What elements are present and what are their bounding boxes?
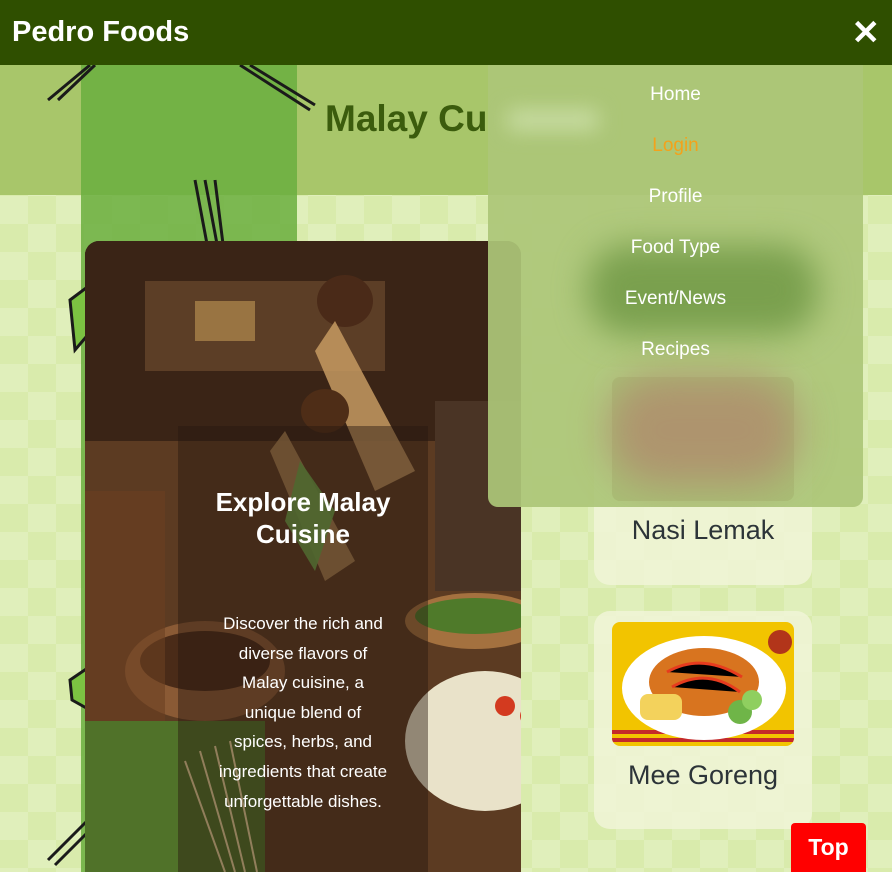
menu-item-login[interactable]: Login [488,135,863,157]
menu-item-event-news[interactable]: Event/News [488,288,863,310]
menu-item-profile[interactable]: Profile [488,186,863,208]
back-to-top-button[interactable]: Top [791,823,866,872]
hero-title: Explore Malay Cuisine [215,487,391,549]
brand-logo[interactable]: Pedro Foods [12,16,189,49]
menu-item-home[interactable]: Home [488,84,863,106]
menu-item-recipes[interactable]: Recipes [488,339,863,361]
page-title: Malay Cuisine [325,98,490,139]
menu-bg-blur [508,110,598,130]
hero-description: Discover the rich and diverse flavors of… [218,614,388,811]
food-name: Nasi Lemak [631,515,775,545]
food-name: Mee Goreng [627,760,779,790]
top-bar: Pedro Foods ✕ [0,0,892,65]
food-card-mee-goreng[interactable]: Mee Goreng [594,611,812,829]
menu-item-food-type[interactable]: Food Type [488,237,863,259]
nav-dropdown-menu: Home Login Profile Food Type Event/News … [488,65,863,507]
food-image-mee-goreng [612,622,794,746]
hero-card: Explore Malay Cuisine Discover the rich … [85,241,521,872]
close-icon[interactable]: ✕ [852,16,881,50]
menu-bg-blur [608,375,798,485]
